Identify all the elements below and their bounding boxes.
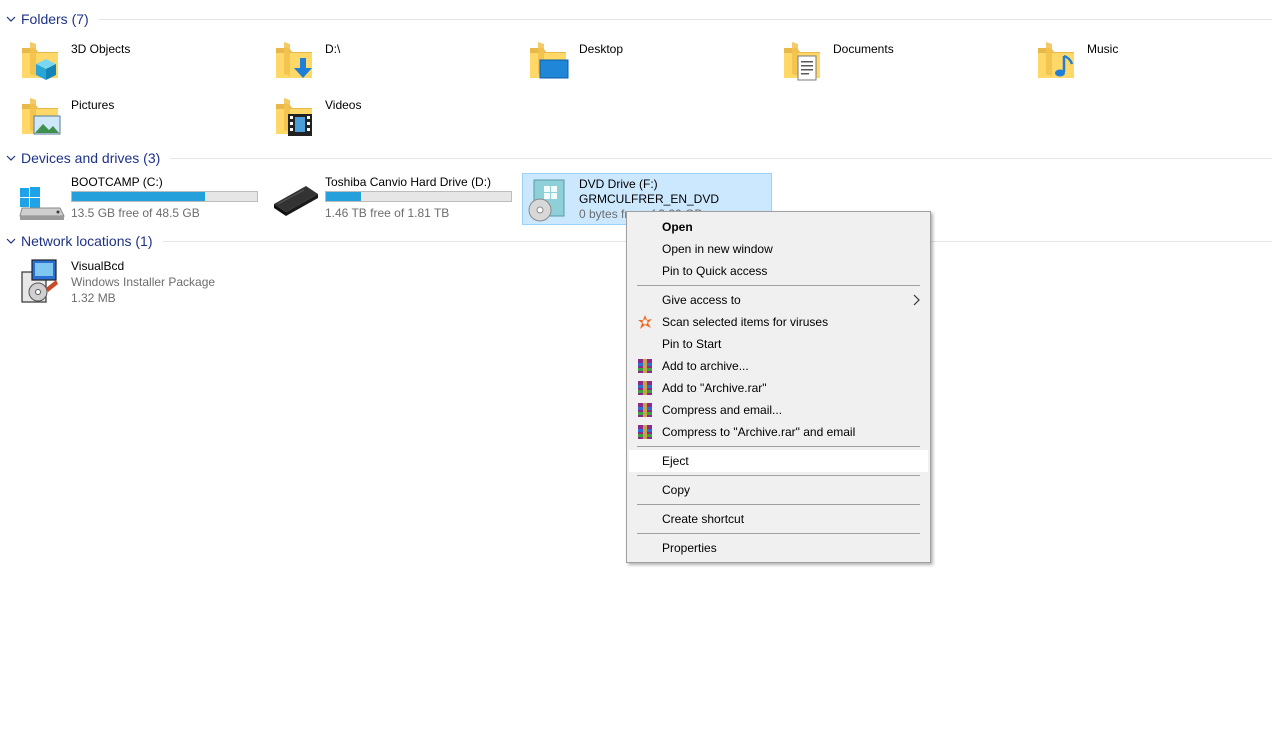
menu-item-copy[interactable]: Copy bbox=[629, 479, 928, 501]
group-title: Folders (7) bbox=[21, 11, 89, 27]
menu-item-properties[interactable]: Properties bbox=[629, 537, 928, 559]
drive-free-space: 1.46 TB free of 1.81 TB bbox=[325, 206, 450, 220]
winrar-icon bbox=[638, 381, 652, 395]
menu-item-label: Copy bbox=[662, 483, 691, 497]
menu-item-label: Pin to Start bbox=[662, 337, 722, 351]
menu-separator bbox=[637, 504, 920, 505]
folder-name: Desktop bbox=[579, 42, 624, 56]
3d-objects-folder-icon bbox=[22, 42, 58, 80]
desktop-folder-icon bbox=[530, 42, 569, 79]
drive-name: Toshiba Canvio Hard Drive (D:) bbox=[325, 175, 492, 189]
drive-usage-bar bbox=[71, 191, 258, 202]
folder-pictures[interactable]: Pictures bbox=[18, 94, 268, 144]
folder-music[interactable]: Music bbox=[1034, 38, 1280, 88]
group-title: Devices and drives (3) bbox=[21, 150, 161, 166]
menu-item-label: Compress and email... bbox=[662, 403, 783, 417]
folder-videos[interactable]: Videos bbox=[272, 94, 522, 144]
folder-name: Pictures bbox=[71, 98, 115, 112]
folder-name: D:\ bbox=[325, 42, 341, 56]
avast-icon bbox=[638, 315, 652, 329]
pictures-folder-icon bbox=[22, 98, 61, 135]
folder-name: Documents bbox=[833, 42, 894, 56]
chevron-down-icon bbox=[6, 238, 16, 244]
documents-folder-icon bbox=[784, 42, 820, 81]
menu-item-label: Create shortcut bbox=[662, 512, 745, 526]
folder-documents[interactable]: Documents bbox=[780, 38, 1030, 88]
drive-usage-fill bbox=[326, 192, 362, 201]
installer-package-icon bbox=[21, 259, 58, 303]
folder-name: Videos bbox=[325, 98, 362, 112]
menu-item-label: Add to archive... bbox=[662, 359, 749, 373]
dvd-drive-icon bbox=[528, 179, 565, 222]
chevron-down-icon bbox=[6, 16, 16, 22]
folder-d-drive[interactable]: D:\ bbox=[272, 38, 522, 88]
network-item-type: Windows Installer Package bbox=[71, 275, 216, 289]
menu-item-pin-start[interactable]: Pin to Start bbox=[629, 333, 928, 355]
menu-item-label: Open in new window bbox=[662, 242, 773, 256]
menu-item-label: Open bbox=[662, 220, 693, 234]
external-hdd-icon bbox=[274, 186, 318, 216]
winrar-icon bbox=[638, 359, 652, 373]
context-menu: Open Open in new window Pin to Quick acc… bbox=[626, 211, 931, 563]
folders-group-header[interactable]: Folders (7) bbox=[6, 9, 1272, 29]
menu-item-eject[interactable]: Eject bbox=[629, 450, 928, 472]
menu-item-give-access[interactable]: Give access to bbox=[629, 289, 928, 311]
winrar-icon bbox=[638, 425, 652, 439]
menu-item-label: Compress to "Archive.rar" and email bbox=[662, 425, 856, 439]
menu-separator bbox=[637, 446, 920, 447]
menu-item-label: Scan selected items for viruses bbox=[662, 315, 829, 329]
drive-name: BOOTCAMP (C:) bbox=[71, 175, 163, 189]
winrar-icon bbox=[638, 403, 652, 417]
divider bbox=[98, 18, 1272, 20]
drive-c[interactable]: BOOTCAMP (C:) 13.5 GB free of 48.5 GB bbox=[18, 172, 268, 224]
menu-item-scan-viruses[interactable]: Scan selected items for viruses bbox=[629, 311, 928, 333]
menu-item-label: Eject bbox=[662, 454, 689, 468]
menu-separator bbox=[637, 285, 920, 286]
drive-free-space: 13.5 GB free of 48.5 GB bbox=[71, 206, 200, 220]
drive-usage-bar bbox=[325, 191, 512, 202]
drive-d[interactable]: Toshiba Canvio Hard Drive (D:) 1.46 TB f… bbox=[272, 172, 522, 224]
menu-item-label: Give access to bbox=[662, 293, 741, 307]
network-item-name: VisualBcd bbox=[71, 259, 125, 273]
chevron-right-icon bbox=[913, 294, 920, 306]
network-item-visualbcd[interactable]: VisualBcd Windows Installer Package 1.32… bbox=[16, 256, 266, 310]
downloads-folder-icon bbox=[276, 42, 312, 78]
videos-folder-icon bbox=[276, 98, 312, 136]
group-title: Network locations (1) bbox=[21, 233, 153, 249]
menu-item-label: Add to "Archive.rar" bbox=[662, 381, 767, 395]
menu-item-compress-email[interactable]: Compress and email... bbox=[629, 399, 928, 421]
folder-name: 3D Objects bbox=[71, 42, 131, 56]
folder-desktop[interactable]: Desktop bbox=[526, 38, 776, 88]
menu-item-add-archive-rar[interactable]: Add to "Archive.rar" bbox=[629, 377, 928, 399]
menu-item-label: Pin to Quick access bbox=[662, 264, 768, 278]
menu-separator bbox=[637, 533, 920, 534]
drive-name: DVD Drive (F:) bbox=[579, 177, 658, 191]
folder-name: Music bbox=[1087, 42, 1119, 56]
menu-separator bbox=[637, 475, 920, 476]
devices-group-header[interactable]: Devices and drives (3) bbox=[6, 148, 1272, 168]
network-item-size: 1.32 MB bbox=[71, 291, 116, 305]
menu-item-open-new-window[interactable]: Open in new window bbox=[629, 238, 928, 260]
folder-3d-objects[interactable]: 3D Objects bbox=[18, 38, 268, 88]
drive-volume-label: GRMCULFRER_EN_DVD bbox=[579, 192, 720, 206]
menu-item-pin-quick-access[interactable]: Pin to Quick access bbox=[629, 260, 928, 282]
menu-item-open[interactable]: Open bbox=[629, 216, 928, 238]
drive-usage-fill bbox=[72, 192, 206, 201]
menu-item-label: Properties bbox=[662, 541, 717, 555]
menu-item-compress-rar-email[interactable]: Compress to "Archive.rar" and email bbox=[629, 421, 928, 443]
divider bbox=[170, 157, 1272, 159]
chevron-down-icon bbox=[6, 155, 16, 161]
music-folder-icon bbox=[1038, 42, 1074, 78]
menu-item-create-shortcut[interactable]: Create shortcut bbox=[629, 508, 928, 530]
menu-item-add-archive[interactable]: Add to archive... bbox=[629, 355, 928, 377]
windows-drive-icon bbox=[19, 187, 65, 220]
